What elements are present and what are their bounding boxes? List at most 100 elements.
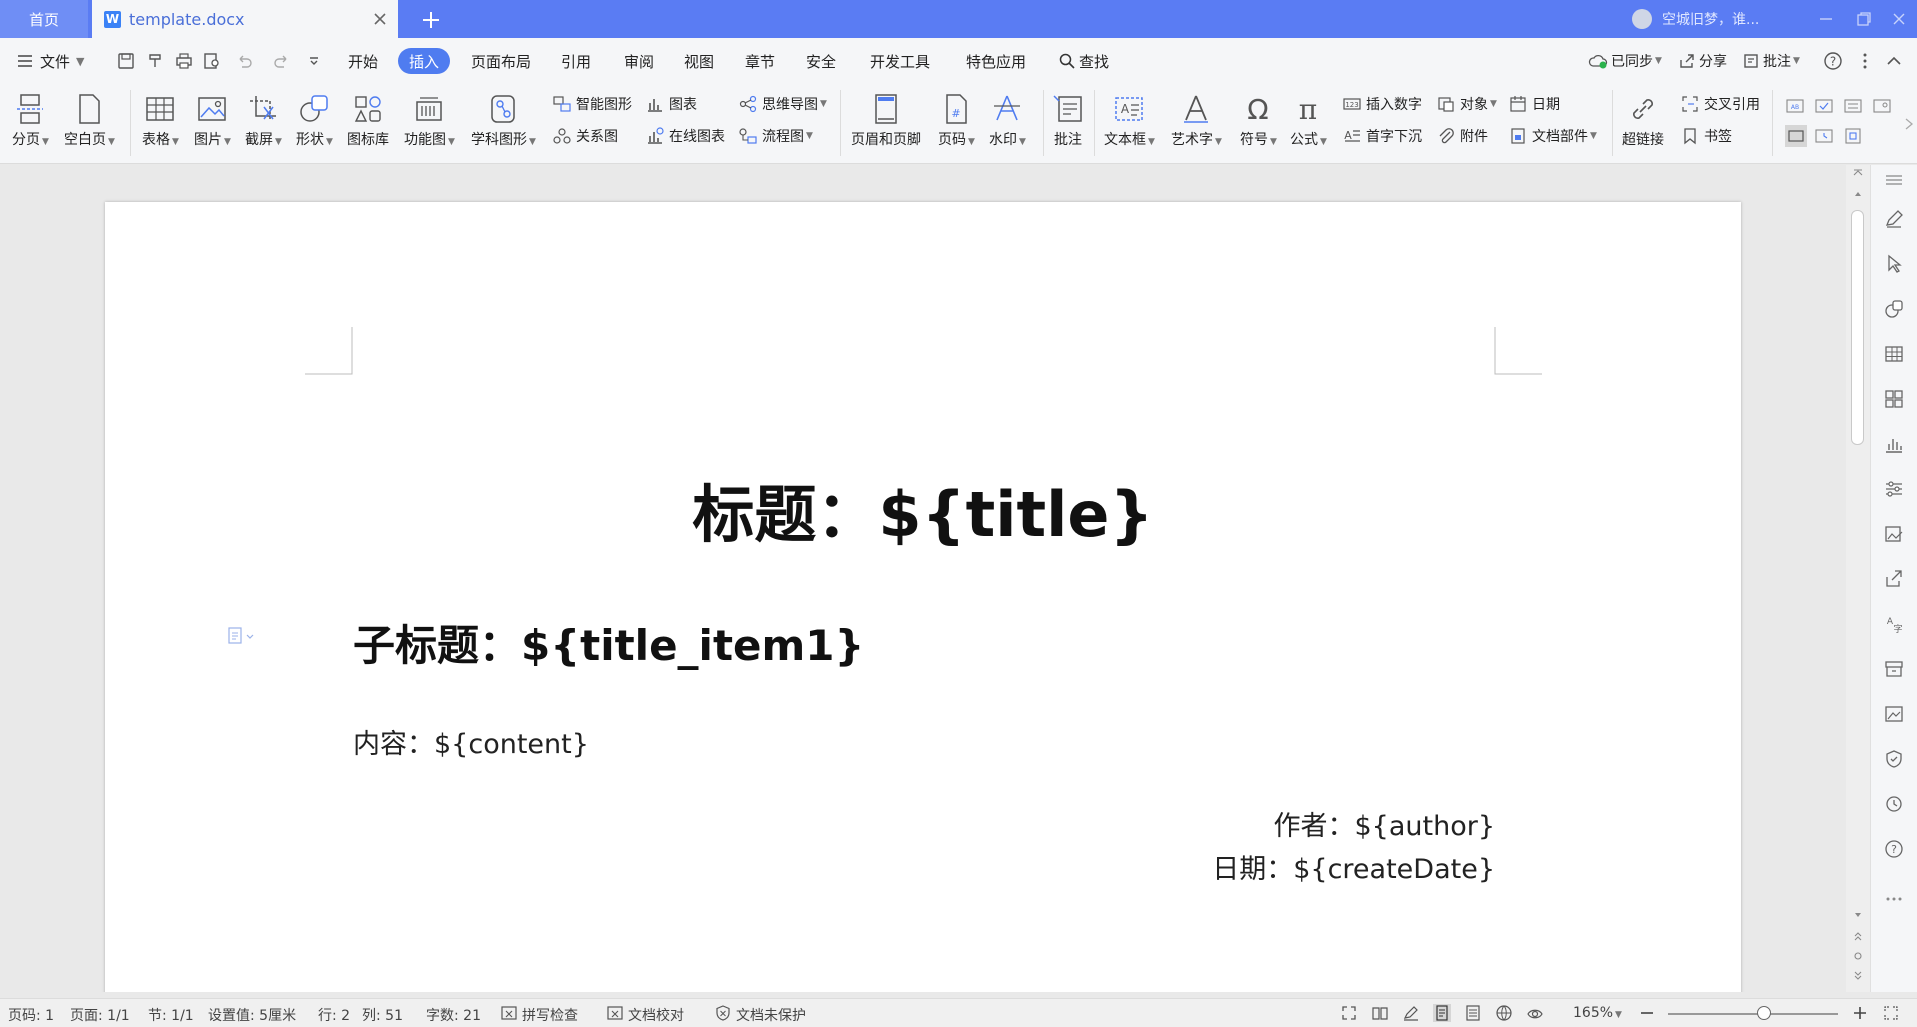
apps-grid-icon[interactable] xyxy=(1883,388,1905,410)
translate-icon[interactable]: A字 xyxy=(1883,613,1905,635)
textbox-button[interactable]: A 文本框 ▼ xyxy=(1104,92,1155,149)
menu-references[interactable]: 引用 xyxy=(561,38,591,84)
shape-button[interactable]: 形状 ▼ xyxy=(296,92,333,149)
text-style-icon[interactable]: AB xyxy=(1785,96,1805,116)
dropcap-button[interactable]: A 首字下沉 xyxy=(1342,126,1422,146)
zoom-slider-knob[interactable] xyxy=(1757,1006,1771,1020)
design-mode-icon[interactable] xyxy=(1785,125,1807,147)
select-cursor-icon[interactable] xyxy=(1883,253,1905,275)
protect-status[interactable]: 文档未保护 xyxy=(736,1005,806,1025)
outline-view-icon[interactable] xyxy=(1464,1004,1482,1022)
doc-content[interactable]: 内容：${content} xyxy=(353,722,589,761)
comment-button[interactable]: 批注 ▼ xyxy=(1742,38,1800,84)
collapse-ribbon-icon[interactable] xyxy=(1884,51,1904,71)
hyperlink-button[interactable]: 超链接 xyxy=(1622,92,1664,149)
paragraph-layout-icon[interactable] xyxy=(227,627,259,645)
tab-document[interactable]: W template.docx xyxy=(92,0,398,38)
object-button[interactable]: 对象 ▼ xyxy=(1436,94,1497,114)
zoom-in-icon[interactable] xyxy=(1851,1004,1869,1022)
close-tab-icon[interactable] xyxy=(370,9,390,29)
fullscreen-icon[interactable] xyxy=(1340,1004,1358,1022)
pen-edit-icon[interactable] xyxy=(1883,208,1905,230)
list-field-icon[interactable] xyxy=(1843,96,1863,116)
date-button[interactable]: 日期 xyxy=(1508,94,1560,114)
menu-insert[interactable]: 插入 xyxy=(398,48,451,74)
proofread-button[interactable]: 文档校对 xyxy=(628,1005,684,1025)
zoom-level[interactable]: 165% ▼ xyxy=(1573,1005,1622,1021)
scroll-up-icon[interactable] xyxy=(1852,189,1864,199)
doc-title[interactable]: 标题：${title} xyxy=(105,464,1741,554)
write-mode-icon[interactable] xyxy=(1402,1004,1420,1022)
image-field-icon[interactable] xyxy=(1872,96,1892,116)
web-view-icon[interactable] xyxy=(1495,1004,1513,1022)
gallery-icon[interactable] xyxy=(1883,703,1905,725)
menu-find[interactable]: 查找 xyxy=(1058,38,1109,84)
online-chart-button[interactable]: 在线图表 xyxy=(645,126,725,146)
scroll-top-icon[interactable] xyxy=(1852,167,1864,179)
doc-author[interactable]: 作者：${author} xyxy=(1273,804,1495,843)
scroll-down-icon[interactable] xyxy=(1852,910,1864,920)
menu-dev-tools[interactable]: 开发工具 xyxy=(870,38,930,84)
cross-ref-button[interactable]: 交叉引用 xyxy=(1680,94,1760,114)
select-browse-icon[interactable] xyxy=(1852,950,1864,962)
menu-start[interactable]: 开始 xyxy=(348,38,378,84)
annotation-button[interactable]: 批注 xyxy=(1051,92,1085,149)
insert-number-button[interactable]: 123 插入数字 xyxy=(1342,94,1422,114)
spell-check-button[interactable]: 拼写检查 xyxy=(522,1005,578,1025)
export-icon[interactable] xyxy=(1883,568,1905,590)
prev-page-icon[interactable] xyxy=(1852,930,1864,942)
doc-part-button[interactable]: 文档部件 ▼ xyxy=(1508,126,1597,146)
read-mode-icon[interactable] xyxy=(1371,1004,1389,1022)
menu-review[interactable]: 审阅 xyxy=(624,38,654,84)
archive-icon[interactable] xyxy=(1883,658,1905,680)
status-col[interactable]: 列: 51 xyxy=(362,1005,403,1025)
more-icon[interactable] xyxy=(1855,51,1875,71)
next-page-icon[interactable] xyxy=(1852,970,1864,982)
doc-date[interactable]: 日期：${createDate} xyxy=(1212,847,1495,886)
format-painter-icon[interactable] xyxy=(146,51,166,71)
settings-sliders-icon[interactable] xyxy=(1883,478,1905,500)
page-break-button[interactable]: 分页 ▼ xyxy=(12,92,49,149)
ribbon-scroll-right-icon[interactable] xyxy=(1903,116,1915,132)
doc-subtitle[interactable]: 子标题：${title_item1} xyxy=(353,612,864,673)
symbol-button[interactable]: Ω 符号 ▼ xyxy=(1240,92,1277,149)
formula-button[interactable]: π 公式 ▼ xyxy=(1290,92,1327,149)
print-icon[interactable] xyxy=(174,51,194,71)
status-section[interactable]: 节: 1/1 xyxy=(148,1005,194,1025)
menu-view[interactable]: 视图 xyxy=(684,38,714,84)
more-horizontal-icon[interactable] xyxy=(1883,893,1905,905)
date-field-icon[interactable] xyxy=(1814,126,1834,146)
help-icon[interactable]: ? xyxy=(1823,51,1843,71)
chart-button[interactable]: 图表 xyxy=(645,94,697,114)
blank-page-button[interactable]: 空白页 ▼ xyxy=(64,92,115,149)
document-page[interactable]: 标题：${title} 子标题：${title_item1} 内容：${cont… xyxy=(105,202,1741,992)
sidebar-menu-icon[interactable] xyxy=(1883,173,1905,187)
status-row[interactable]: 行: 2 xyxy=(318,1005,350,1025)
menu-page-layout[interactable]: 页面布局 xyxy=(471,38,531,84)
chart-panel-icon[interactable] xyxy=(1883,433,1905,455)
eye-protect-icon[interactable] xyxy=(1526,1004,1544,1022)
header-footer-button[interactable]: 页眉和页脚 xyxy=(851,92,921,149)
screenshot-button[interactable]: 截屏 ▼ xyxy=(245,92,282,149)
file-menu[interactable]: 文件 ▼ xyxy=(16,38,84,84)
watermark-button[interactable]: 水印 ▼ xyxy=(989,92,1026,149)
menu-security[interactable]: 安全 xyxy=(806,38,836,84)
table-button[interactable]: 表格 ▼ xyxy=(142,92,179,149)
smart-shape-button[interactable]: 智能图形 xyxy=(552,94,632,114)
menu-section[interactable]: 章节 xyxy=(745,38,775,84)
save-icon[interactable] xyxy=(116,51,136,71)
group-field-icon[interactable] xyxy=(1843,126,1863,146)
function-chart-button[interactable]: 功能图 ▼ xyxy=(404,92,455,149)
menu-features[interactable]: 特色应用 xyxy=(966,38,1026,84)
customize-toolbar-icon[interactable] xyxy=(304,51,324,71)
status-page-code[interactable]: 页码: 1 xyxy=(8,1005,54,1025)
vertical-scrollbar[interactable] xyxy=(1846,165,1870,992)
share-button[interactable]: 分享 xyxy=(1678,38,1727,84)
print-preview-icon[interactable] xyxy=(202,51,222,71)
account-area[interactable]: 空城旧梦，谁... xyxy=(1632,0,1759,38)
minimize-icon[interactable] xyxy=(1817,10,1835,28)
bookmark-button[interactable]: 书签 xyxy=(1680,126,1732,146)
icon-library-button[interactable]: 图标库 xyxy=(347,92,389,149)
page-view-icon[interactable] xyxy=(1433,1004,1451,1022)
close-window-icon[interactable] xyxy=(1890,10,1908,28)
